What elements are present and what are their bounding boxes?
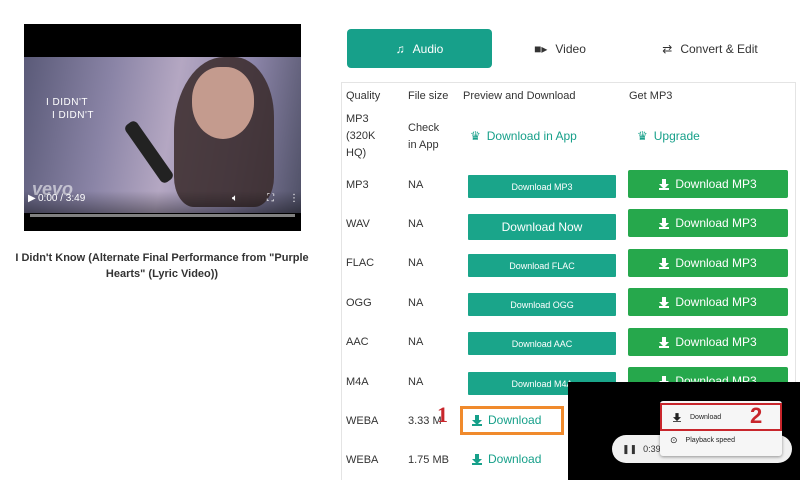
row-quality: MP3 (320K HQ) xyxy=(346,113,376,159)
download-icon xyxy=(659,296,670,308)
playback-speed-icon: ⊙ xyxy=(670,435,678,445)
header-file-size: File size xyxy=(408,90,449,102)
download-weba-label: Download xyxy=(488,413,542,427)
download-icon xyxy=(659,336,670,348)
step-2-badge: 2 xyxy=(750,403,763,428)
row-quality: WAV xyxy=(346,218,370,230)
get-mp3-label: Download MP3 xyxy=(675,216,757,230)
header-get-mp3: Get MP3 xyxy=(629,90,673,102)
get-mp3-label: Download MP3 xyxy=(675,256,757,270)
menu-download-label: Download xyxy=(690,413,722,421)
download-weba-link[interactable]: Download xyxy=(472,452,541,466)
download-now-button[interactable]: Download Now xyxy=(468,214,616,240)
download-icon xyxy=(673,412,681,422)
row-quality: WEBA xyxy=(346,454,379,466)
upgrade-label: Upgrade xyxy=(653,129,700,143)
download-weba-link[interactable]: Download xyxy=(472,413,541,427)
row-size: 1.75 MB xyxy=(408,454,449,466)
more-options-icon[interactable]: ⋮ xyxy=(289,193,299,204)
get-mp3-label: Download MP3 xyxy=(675,177,757,191)
get-mp3-button[interactable]: Download MP3 xyxy=(628,288,788,316)
get-mp3-button[interactable]: Download MP3 xyxy=(628,209,788,237)
download-ogg-button[interactable]: Download OGG xyxy=(468,293,616,316)
download-in-app-label: Download in App xyxy=(486,129,577,143)
row-quality: AAC xyxy=(346,336,369,348)
download-icon xyxy=(659,178,670,190)
row-quality: M4A xyxy=(346,376,369,388)
tab-convert-edit[interactable]: ⇄ Convert & Edit xyxy=(630,29,790,68)
download-flac-button[interactable]: Download FLAC xyxy=(468,254,616,277)
download-icon xyxy=(659,257,670,269)
download-in-app-link[interactable]: ♛ Download in App xyxy=(470,129,577,143)
row-size: NA xyxy=(408,257,424,269)
player-context-menu: Download ⊙ Playback speed xyxy=(660,401,782,456)
download-icon xyxy=(472,453,482,465)
step-1-badge: 1 xyxy=(437,402,448,427)
crown-icon: ♛ xyxy=(637,129,648,143)
video-player[interactable]: I DIDN'T I DIDN'T vevo ▶ 0:00 / 3:49 🔈︎ … xyxy=(24,24,301,231)
volume-icon[interactable]: 🔈︎ xyxy=(232,193,238,204)
download-icon xyxy=(659,217,670,229)
download-mp3-preview-button[interactable]: Download MP3 xyxy=(468,175,616,198)
menu-speed-label: Playback speed xyxy=(685,437,735,444)
download-icon xyxy=(472,414,482,426)
fullscreen-icon[interactable]: ⛶ xyxy=(267,193,274,204)
row-size: NA xyxy=(408,376,424,388)
row-quality: MP3 xyxy=(346,179,369,191)
tab-video-label: Video xyxy=(555,41,586,56)
video-title: I Didn't Know (Alternate Final Performan… xyxy=(15,252,309,280)
row-size: NA xyxy=(408,218,424,230)
play-icon[interactable]: ▶ xyxy=(28,193,36,204)
convert-icon: ⇄ xyxy=(662,41,673,56)
microphone xyxy=(123,119,175,185)
header-quality: Quality xyxy=(346,90,381,102)
row-size: Check in App xyxy=(408,122,440,151)
music-note-icon: ♫ xyxy=(395,41,405,56)
menu-item-playback-speed[interactable]: ⊙ Playback speed xyxy=(670,435,735,446)
lyric-line-1: I DIDN'T xyxy=(46,97,89,108)
row-size: NA xyxy=(408,336,424,348)
tab-audio[interactable]: ♫ Audio xyxy=(347,29,492,68)
singer-face xyxy=(192,67,254,139)
progress-bar[interactable] xyxy=(30,214,295,217)
row-size: NA xyxy=(408,297,424,309)
lyric-line-2: I DIDN'T xyxy=(52,110,95,121)
row-quality: FLAC xyxy=(346,257,375,269)
upgrade-link[interactable]: ♛ Upgrade xyxy=(637,129,700,143)
row-size: NA xyxy=(408,179,424,191)
download-aac-button[interactable]: Download AAC xyxy=(468,332,616,355)
get-mp3-button[interactable]: Download MP3 xyxy=(628,170,788,198)
time-readout: 0:00 / 3:49 xyxy=(38,193,86,204)
header-preview-download: Preview and Download xyxy=(463,90,576,102)
pause-icon[interactable]: ❚❚ xyxy=(622,444,637,455)
get-mp3-button[interactable]: Download MP3 xyxy=(628,328,788,356)
row-quality: WEBA xyxy=(346,415,379,427)
row-quality: OGG xyxy=(346,297,372,309)
get-mp3-label: Download MP3 xyxy=(675,335,757,349)
download-weba-label: Download xyxy=(488,452,542,466)
tab-convert-label: Convert & Edit xyxy=(680,41,758,56)
get-mp3-label: Download MP3 xyxy=(675,295,757,309)
menu-item-download[interactable]: Download xyxy=(660,403,782,431)
crown-icon: ♛ xyxy=(470,129,481,143)
tab-video[interactable]: ■▸ Video xyxy=(500,29,620,68)
video-camera-icon: ■▸ xyxy=(534,41,548,56)
get-mp3-button[interactable]: Download MP3 xyxy=(628,249,788,277)
tab-audio-label: Audio xyxy=(412,41,444,56)
